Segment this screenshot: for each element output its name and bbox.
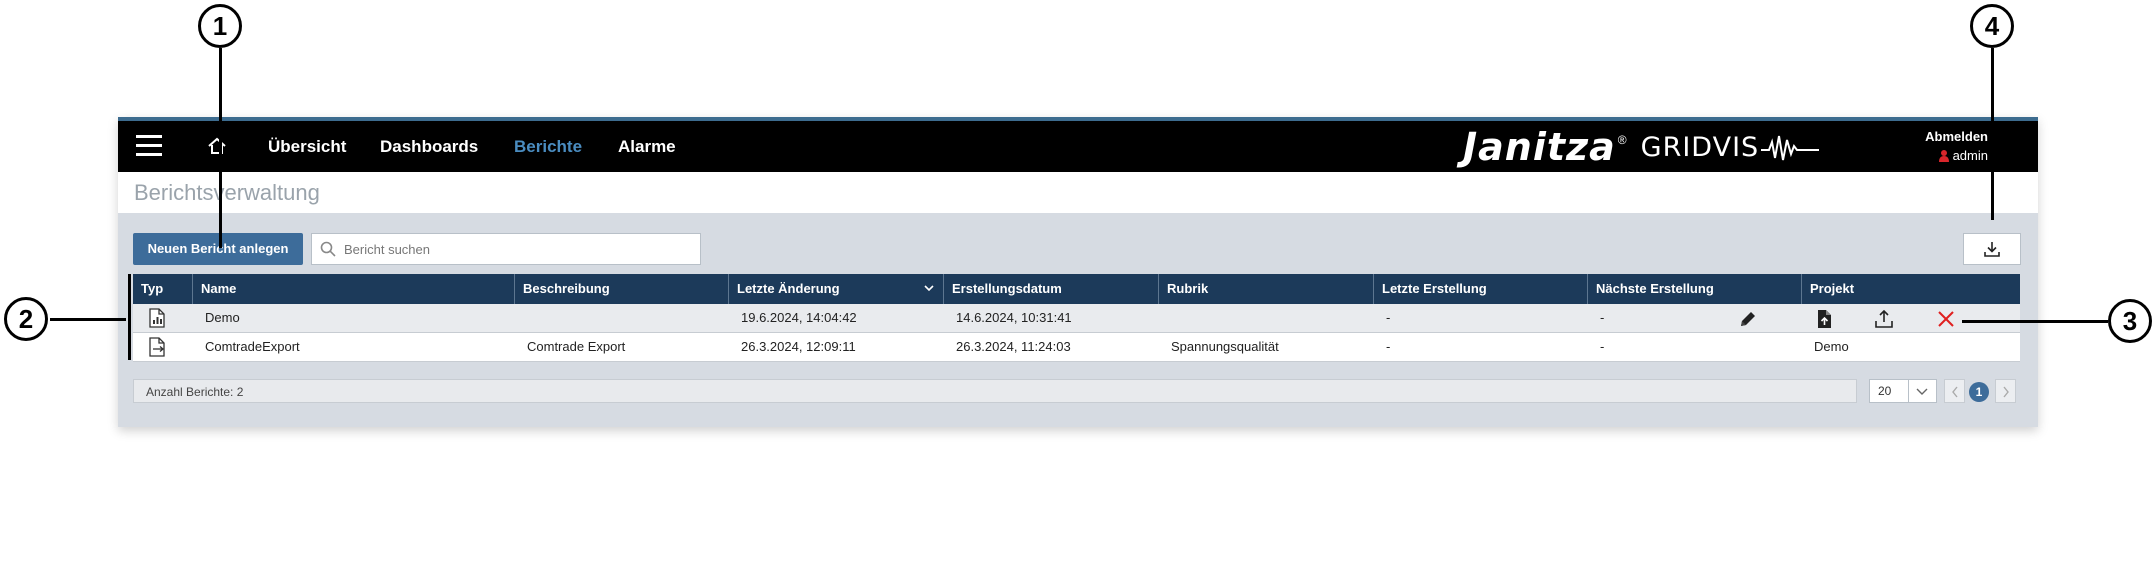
callout-2-leader xyxy=(50,318,126,321)
window-top-edge xyxy=(118,117,2038,121)
chevron-left-icon xyxy=(1952,386,1958,398)
username: admin xyxy=(1952,148,1988,163)
cell-description: Comtrade Export xyxy=(527,339,626,354)
column-header-name[interactable]: Name xyxy=(193,274,515,304)
cell-type xyxy=(133,333,193,361)
new-report-button[interactable]: Neuen Bericht anlegen xyxy=(133,233,303,265)
cell-next-creation-value: - xyxy=(1600,310,1605,325)
nav-berichte[interactable]: Berichte xyxy=(514,121,582,172)
brand-registered-mark: ® xyxy=(1617,133,1627,147)
top-navigation-bar: Übersicht Dashboards Berichte Alarme Jan… xyxy=(118,121,2038,172)
page-size-select[interactable]: 20 xyxy=(1869,379,1937,403)
column-header-erstellungsdatum[interactable]: Erstellungsdatum xyxy=(944,274,1159,304)
callout-3-leader xyxy=(1962,320,2108,323)
reports-table: Typ Name Beschreibung Letzte Änderung Er… xyxy=(133,274,2020,362)
cell-project xyxy=(1802,304,2020,332)
user-line: admin xyxy=(1908,148,1988,163)
callout-1: 1 xyxy=(198,4,242,48)
callout-4-leader xyxy=(1991,48,1994,220)
edit-icon[interactable] xyxy=(1738,309,1758,329)
cell-category: Spannungsqualität xyxy=(1171,339,1279,354)
nav-uebersicht[interactable]: Übersicht xyxy=(268,121,346,172)
page-title: Berichtsverwaltung xyxy=(134,180,320,205)
table-marker-bar xyxy=(128,274,131,360)
column-header-naechste-erstellung[interactable]: Nächste Erstellung xyxy=(1588,274,1802,304)
export-button[interactable] xyxy=(1963,233,2021,265)
cell-last-change: 19.6.2024, 14:04:42 xyxy=(741,310,857,325)
brand-logo: Janitza ® GRIDVIS xyxy=(1463,125,1820,169)
cell-next-creation: - xyxy=(1588,304,1802,332)
callout-2: 2 xyxy=(4,297,48,341)
next-page-button[interactable] xyxy=(1995,379,2016,403)
cell-category xyxy=(1159,304,1374,332)
cell-last-change: 26.3.2024, 12:09:11 xyxy=(741,339,856,354)
export-document-icon xyxy=(149,337,165,357)
nav-dashboards[interactable]: Dashboards xyxy=(380,121,478,172)
current-page-indicator[interactable]: 1 xyxy=(1969,382,1989,402)
table-header: Typ Name Beschreibung Letzte Änderung Er… xyxy=(133,274,2020,304)
brand-name: Janitza xyxy=(1463,125,1616,169)
hamburger-menu-icon[interactable] xyxy=(136,135,162,156)
home-icon[interactable] xyxy=(206,135,228,157)
search-icon xyxy=(320,241,336,257)
column-header-letzte-aenderung[interactable]: Letzte Änderung xyxy=(729,274,944,304)
search-input[interactable] xyxy=(344,234,684,264)
column-header-letzte-erstellung[interactable]: Letzte Erstellung xyxy=(1374,274,1588,304)
cell-name: Demo xyxy=(205,310,240,325)
column-header-beschreibung[interactable]: Beschreibung xyxy=(515,274,729,304)
cell-next-creation: - xyxy=(1600,339,1605,354)
waveform-icon xyxy=(1761,135,1820,161)
user-area: Abmelden admin xyxy=(1908,129,1988,163)
search-box xyxy=(311,233,701,265)
table-row[interactable]: Demo 19.6.2024, 14:04:42 14.6.2024, 10:3… xyxy=(133,304,2020,333)
chevron-down-icon xyxy=(1916,388,1928,395)
logout-link[interactable]: Abmelden xyxy=(1908,129,1988,144)
callout-3: 3 xyxy=(2108,299,2152,343)
cell-last-creation: - xyxy=(1386,310,1391,325)
delete-icon[interactable] xyxy=(1936,309,1956,329)
nav-alarme[interactable]: Alarme xyxy=(618,121,676,172)
cell-created: 26.3.2024, 11:24:03 xyxy=(956,339,1071,354)
cell-project: Demo xyxy=(1814,339,1849,354)
callout-4: 4 xyxy=(1970,4,2014,48)
column-header-rubrik[interactable]: Rubrik xyxy=(1159,274,1374,304)
table-row[interactable]: ComtradeExport Comtrade Export 26.3.2024… xyxy=(133,333,2020,362)
chevron-right-icon xyxy=(2003,386,2009,398)
title-bar: Berichtsverwaltung xyxy=(118,172,2038,213)
cell-created: 14.6.2024, 10:31:41 xyxy=(956,310,1072,325)
callout-1-leader xyxy=(219,48,222,248)
sort-chevron-icon[interactable] xyxy=(923,282,935,294)
column-header-projekt[interactable]: Projekt xyxy=(1802,274,2020,304)
column-header-typ[interactable]: Typ xyxy=(133,274,193,304)
column-header-letzte-aenderung-label: Letzte Änderung xyxy=(737,281,840,296)
upload-icon[interactable] xyxy=(1874,309,1894,329)
brand-product: GRIDVIS xyxy=(1640,131,1760,163)
generate-report-icon[interactable] xyxy=(1814,309,1834,329)
previous-page-button[interactable] xyxy=(1944,379,1965,403)
download-icon xyxy=(1984,242,2000,257)
report-document-icon xyxy=(149,308,165,328)
cell-last-creation: - xyxy=(1386,339,1391,354)
app-window: Übersicht Dashboards Berichte Alarme Jan… xyxy=(118,117,2038,427)
page-size-value: 20 xyxy=(1878,384,1892,398)
cell-type xyxy=(133,304,193,332)
user-icon xyxy=(1938,149,1949,162)
cell-name: ComtradeExport xyxy=(205,339,300,354)
report-count: Anzahl Berichte: 2 xyxy=(133,379,1857,403)
cell-description xyxy=(515,304,729,332)
